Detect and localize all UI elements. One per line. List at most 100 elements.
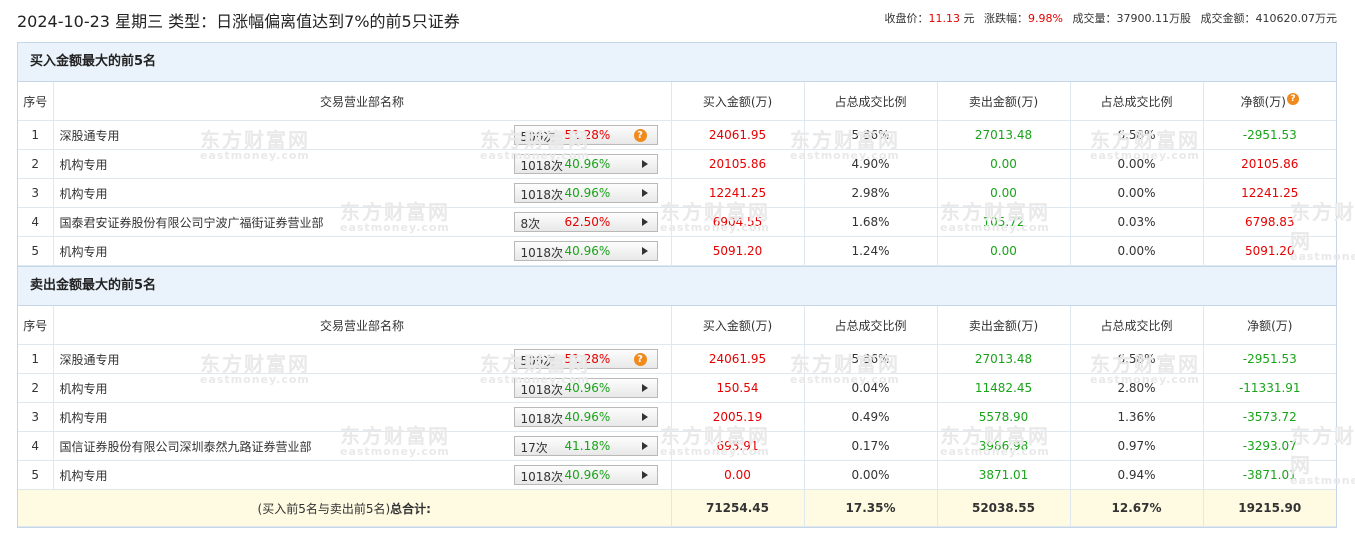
row-index: 5 xyxy=(18,236,54,266)
seat-cell: 机构专用 1018次 40.96% xyxy=(53,178,672,208)
expand-arrow-icon[interactable] xyxy=(641,247,648,255)
seat-stats-badge[interactable]: 1018次 40.96% xyxy=(513,183,658,203)
buy-ratio: 0.49% xyxy=(804,402,938,432)
net-amount: -11331.91 xyxy=(1203,373,1336,403)
row-index: 4 xyxy=(18,431,54,461)
seat-cell: 深股通专用 509次 51.28%? xyxy=(53,344,672,374)
buy-amount: 5091.20 xyxy=(671,236,805,266)
total-sell: 52038.55 xyxy=(937,489,1071,527)
buy-ratio: 0.04% xyxy=(804,373,938,403)
help-icon[interactable]: ? xyxy=(633,353,647,366)
sell-ratio: 0.94% xyxy=(1070,460,1204,490)
help-icon[interactable]: ? xyxy=(1286,92,1299,105)
col-header-sell: 卖出金额(万) xyxy=(937,306,1071,345)
expand-arrow-icon[interactable] xyxy=(641,442,648,450)
col-header-net: 净额(万)? xyxy=(1203,82,1336,121)
sell-ratio: 0.97% xyxy=(1070,431,1204,461)
seat-name[interactable]: 国信证券股份有限公司深圳泰然九路证券营业部 xyxy=(60,438,312,455)
total-sell-ratio: 12.67% xyxy=(1070,489,1204,527)
seat-count: 1018次 xyxy=(520,412,564,426)
seat-rate: 40.96% xyxy=(564,468,611,482)
buy-amount: 20105.86 xyxy=(671,149,805,179)
turnover-value: 410620.07万元 xyxy=(1255,12,1338,25)
seat-name[interactable]: 机构专用 xyxy=(60,156,108,173)
col-header-net-label: 净额(万) xyxy=(1240,94,1286,109)
sell-ratio: 0.00% xyxy=(1070,178,1204,208)
seat-rate: 40.96% xyxy=(564,186,611,200)
sell-amount: 0.00 xyxy=(937,178,1071,208)
sell-ratio: 6.58% xyxy=(1070,344,1204,374)
seat-stats-badge[interactable]: 1018次 40.96% xyxy=(513,241,658,261)
seat-stats-badge[interactable]: 1018次 40.96% xyxy=(513,465,658,485)
help-icon[interactable]: ? xyxy=(633,129,647,142)
seat-stats-badge[interactable]: 1018次 40.96% xyxy=(513,378,658,398)
close-value: 11.13 xyxy=(928,12,961,25)
stock-stats: 收盘价：11.13 元 涨跌幅：9.98% 成交量：37900.11万股 成交金… xyxy=(885,10,1337,26)
expand-arrow-icon[interactable] xyxy=(641,189,648,197)
seat-name[interactable]: 机构专用 xyxy=(60,243,108,260)
close-unit: 元 xyxy=(963,12,975,25)
net-amount: -3573.72 xyxy=(1203,402,1336,432)
sell-ratio: 0.00% xyxy=(1070,236,1204,266)
seat-count: 1018次 xyxy=(520,159,564,173)
total-label-prefix: (买入前5名与卖出前5名) xyxy=(257,501,391,516)
seat-name[interactable]: 机构专用 xyxy=(60,409,108,426)
net-amount: 5091.20 xyxy=(1203,236,1336,266)
col-header-buy: 买入金额(万) xyxy=(671,306,805,345)
table-row: 3 机构专用 1018次 40.96% 12241.25 2.98% 0.00 0.00% 12… xyxy=(18,178,1336,208)
expand-arrow-icon[interactable] xyxy=(641,218,648,226)
col-header-buy-ratio: 占总成交比例 xyxy=(804,82,938,121)
expand-arrow-icon[interactable] xyxy=(641,384,648,392)
buy-ratio: 1.68% xyxy=(804,207,938,237)
seat-rate: 40.96% xyxy=(564,410,611,424)
seat-stats-badge[interactable]: 509次 51.28%? xyxy=(513,125,658,145)
buy-amount: 24061.95 xyxy=(671,344,805,374)
sell-table: 序号 交易营业部名称 买入金额(万) 占总成交比例 卖出金额(万) 占总成交比例… xyxy=(18,306,1336,527)
expand-arrow-icon[interactable] xyxy=(641,471,648,479)
row-index: 4 xyxy=(18,207,54,237)
seat-name[interactable]: 深股通专用 xyxy=(60,127,120,144)
sell-amount: 27013.48 xyxy=(937,344,1071,374)
seat-stats-badge[interactable]: 8次 62.50% xyxy=(513,212,658,232)
seat-stats-badge[interactable]: 1018次 40.96% xyxy=(513,154,658,174)
seat-stats-badge[interactable]: 1018次 40.96% xyxy=(513,407,658,427)
col-header-buy: 买入金额(万) xyxy=(671,82,805,121)
seat-name[interactable]: 机构专用 xyxy=(60,467,108,484)
seat-cell: 机构专用 1018次 40.96% xyxy=(53,236,672,266)
seat-rate: 51.28% xyxy=(564,352,611,366)
buy-amount: 24061.95 xyxy=(671,120,805,150)
total-buy-ratio: 17.35% xyxy=(804,489,938,527)
page-title: 2024-10-23 星期三 类型：日涨幅偏离值达到7%的前5只证券 xyxy=(17,12,460,31)
row-index: 5 xyxy=(18,460,54,490)
table-row: 4 国信证券股份有限公司深圳泰然九路证券营业部 17次 41.18% 693.91 0.1… xyxy=(18,431,1336,461)
sell-ratio: 6.58% xyxy=(1070,120,1204,150)
seat-name[interactable]: 深股通专用 xyxy=(60,351,120,368)
buy-amount: 150.54 xyxy=(671,373,805,403)
col-header-seat: 交易营业部名称 xyxy=(53,82,672,121)
row-index: 1 xyxy=(18,344,54,374)
sell-amount: 3986.98 xyxy=(937,431,1071,461)
sell-ratio: 2.80% xyxy=(1070,373,1204,403)
buy-amount: 0.00 xyxy=(671,460,805,490)
buy-ratio: 5.86% xyxy=(804,120,938,150)
buy-amount: 2005.19 xyxy=(671,402,805,432)
sell-ratio: 0.03% xyxy=(1070,207,1204,237)
col-header-sell: 卖出金额(万) xyxy=(937,82,1071,121)
volume-label: 成交量： xyxy=(1072,12,1117,25)
row-index: 2 xyxy=(18,149,54,179)
col-header-idx: 序号 xyxy=(18,82,54,121)
seat-name[interactable]: 机构专用 xyxy=(60,185,108,202)
seat-stats-badge[interactable]: 17次 41.18% xyxy=(513,436,658,456)
buy-ratio: 4.90% xyxy=(804,149,938,179)
seat-name[interactable]: 机构专用 xyxy=(60,380,108,397)
seat-stats-badge[interactable]: 509次 51.28%? xyxy=(513,349,658,369)
net-amount: -2951.53 xyxy=(1203,120,1336,150)
total-buy: 71254.45 xyxy=(671,489,805,527)
expand-arrow-icon[interactable] xyxy=(641,160,648,168)
buy-amount: 6904.55 xyxy=(671,207,805,237)
sell-amount: 5578.90 xyxy=(937,402,1071,432)
net-amount: 12241.25 xyxy=(1203,178,1336,208)
seat-name[interactable]: 国泰君安证券股份有限公司宁波广福街证券营业部 xyxy=(60,214,324,231)
expand-arrow-icon[interactable] xyxy=(641,413,648,421)
sell-ratio: 0.00% xyxy=(1070,149,1204,179)
